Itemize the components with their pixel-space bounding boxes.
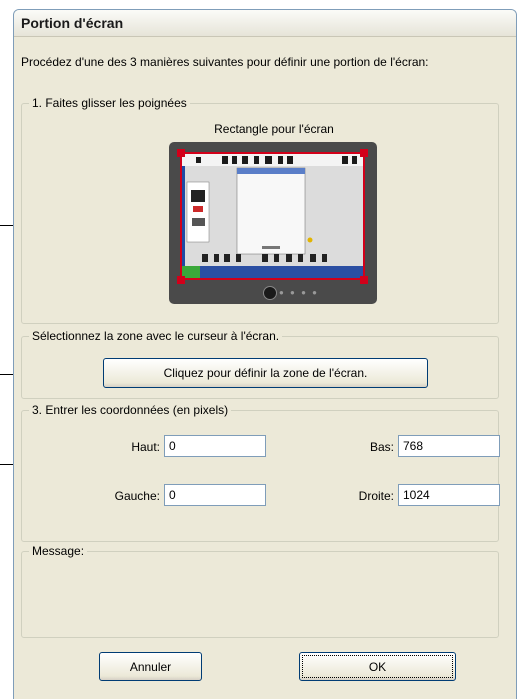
drag-handle-bottom-left[interactable] — [177, 276, 185, 284]
screen-thumbnail[interactable] — [180, 152, 365, 280]
bas-input[interactable] — [398, 435, 500, 457]
droite-input[interactable] — [398, 484, 500, 506]
desktop-thumbnail-graphic — [182, 154, 363, 278]
preview-label: Rectangle pour l'écran — [214, 122, 334, 136]
monitor-power-icon — [263, 286, 277, 300]
monitor-indicator-dots-icon: ● ● ● ● — [279, 288, 319, 297]
haut-input[interactable] — [164, 435, 266, 457]
cancel-button[interactable]: Annuler — [99, 652, 202, 681]
drag-handle-top-right[interactable] — [360, 149, 368, 157]
dialog-title: Portion d'écran — [14, 10, 516, 37]
gauche-input[interactable] — [164, 484, 266, 506]
select-zone-legend: Sélectionnez la zone avec le curseur à l… — [29, 329, 283, 344]
drag-handle-top-left[interactable] — [177, 149, 185, 157]
monitor-preview: ● ● ● ● — [169, 142, 377, 304]
bas-label: Bas: — [369, 440, 394, 454]
coordinates-legend: 3. Entrer les coordonnées (en pixels) — [29, 403, 232, 418]
droite-label: Droite: — [358, 489, 394, 503]
haut-label: Haut: — [131, 440, 160, 454]
define-zone-button[interactable]: Cliquez pour définir la zone de l'écran. — [103, 358, 428, 388]
coordinates-group: 3. Entrer les coordonnées (en pixels) — [21, 403, 499, 542]
drag-handle-bottom-right[interactable] — [360, 276, 368, 284]
gauche-label: Gauche: — [114, 489, 160, 503]
intro-text: Procédez d'une des 3 manières suivantes … — [21, 55, 429, 69]
drag-handles-legend: 1. Faites glisser les poignées — [29, 96, 190, 111]
screen-portion-dialog: Portion d'écran Procédez d'une des 3 man… — [13, 9, 517, 699]
message-legend: Message: — [29, 544, 88, 559]
message-group: Message: — [21, 544, 499, 638]
ok-button[interactable]: OK — [299, 652, 456, 681]
